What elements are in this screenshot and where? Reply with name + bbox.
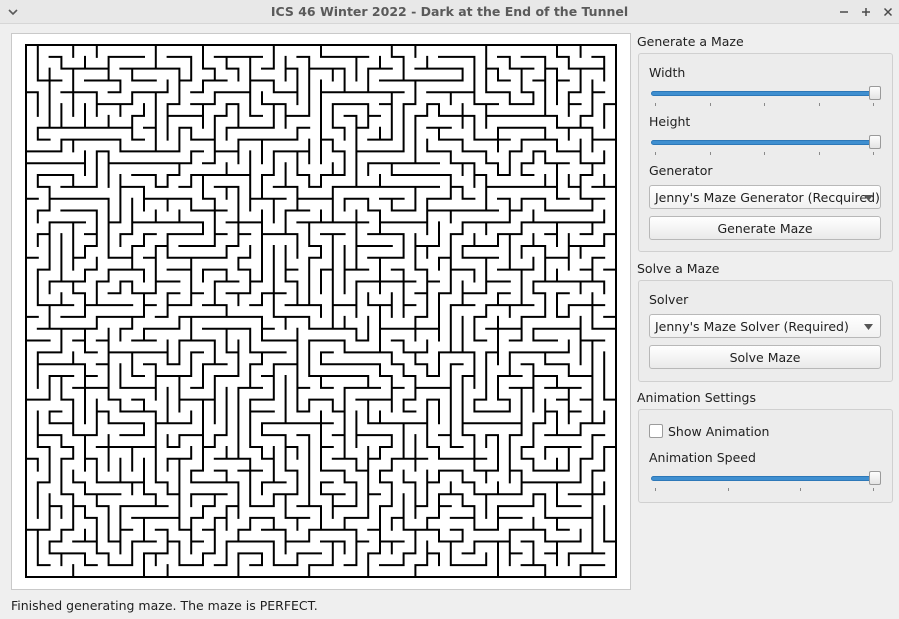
slider-tick	[764, 152, 765, 155]
chevron-down-icon	[864, 195, 873, 201]
close-icon[interactable]	[881, 5, 895, 19]
width-slider-handle[interactable]	[869, 86, 881, 100]
slider-tick	[764, 103, 765, 106]
height-slider-track	[651, 140, 877, 145]
animation-speed-slider[interactable]	[649, 469, 881, 491]
slider-tick	[655, 103, 656, 106]
generate-maze-button[interactable]: Generate Maze	[649, 216, 881, 240]
minimize-icon[interactable]	[837, 5, 851, 19]
solver-selected-value: Jenny's Maze Solver (Required)	[655, 319, 849, 334]
generator-combobox[interactable]: Jenny's Maze Generator (Recquired)	[649, 185, 881, 209]
slider-tick	[873, 488, 874, 491]
width-slider-ticks	[655, 103, 874, 106]
solver-label: Solver	[649, 292, 689, 307]
animation-speed-slider-track	[651, 476, 877, 481]
slider-tick	[709, 103, 711, 106]
maximize-icon[interactable]	[859, 5, 873, 19]
slider-tick	[818, 152, 820, 155]
slider-tick	[655, 488, 656, 491]
generator-selected-value: Jenny's Maze Generator (Recquired)	[655, 190, 880, 205]
maze-walls	[25, 44, 617, 578]
solve-maze-button[interactable]: Solve Maze	[649, 345, 881, 369]
slider-tick	[873, 152, 874, 155]
height-label: Height	[649, 114, 691, 129]
generator-label: Generator	[649, 163, 713, 178]
animation-speed-slider-ticks	[655, 488, 874, 491]
status-message: Finished generating maze. The maze is PE…	[11, 598, 318, 613]
show-animation-checkbox[interactable]	[649, 424, 663, 438]
show-animation-label[interactable]: Show Animation	[668, 424, 769, 439]
slider-tick	[873, 103, 874, 106]
solver-combobox[interactable]: Jenny's Maze Solver (Required)	[649, 314, 881, 338]
animation-group-title: Animation Settings	[637, 390, 756, 405]
height-slider-ticks	[655, 152, 874, 155]
slider-tick	[818, 103, 820, 106]
height-slider-handle[interactable]	[869, 135, 881, 149]
slider-tick	[800, 488, 802, 491]
animation-speed-slider-handle[interactable]	[869, 471, 881, 485]
chevron-down-icon	[864, 324, 873, 330]
window-title: ICS 46 Winter 2022 - Dark at the End of …	[270, 4, 629, 19]
height-slider[interactable]	[649, 133, 881, 155]
animation-speed-label: Animation Speed	[649, 450, 756, 465]
slider-tick	[709, 152, 711, 155]
slider-tick	[727, 488, 729, 491]
generate-group-title: Generate a Maze	[637, 34, 744, 49]
width-label: Width	[649, 65, 686, 80]
width-slider[interactable]	[649, 84, 881, 106]
title-bar: ICS 46 Winter 2022 - Dark at the End of …	[0, 0, 899, 24]
maze-drawing	[25, 44, 617, 578]
slider-tick	[655, 152, 656, 155]
maze-canvas	[11, 33, 631, 590]
solve-group-title: Solve a Maze	[637, 261, 720, 276]
width-slider-track	[651, 91, 877, 96]
